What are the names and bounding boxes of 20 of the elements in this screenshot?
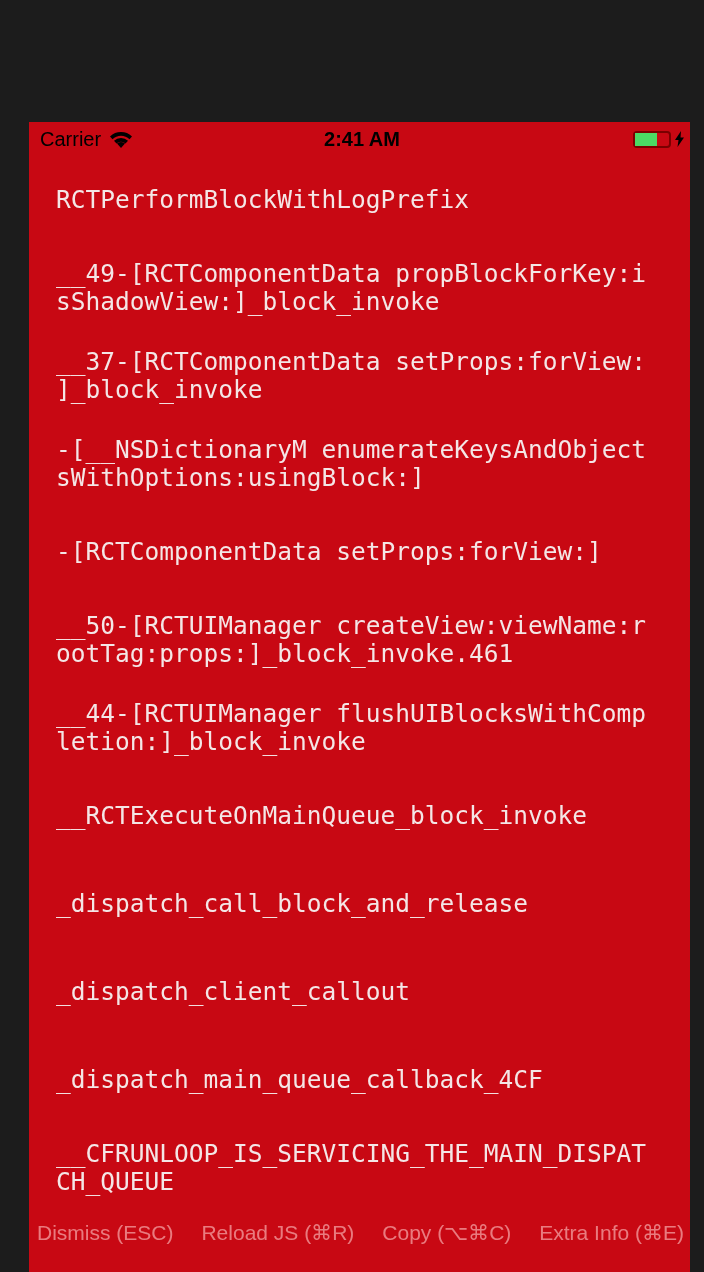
stack-frame: __RCTExecuteOnMainQueue_block_invoke — [56, 802, 656, 830]
stack-frame: __37-[RCTComponentData setProps:forView:]_block_invoke — [56, 348, 656, 404]
stack-frame: __44-[RCTUIManager flushUIBlocksWithCompletion:]_block_invoke — [56, 700, 656, 756]
action-button[interactable]: Copy (⌥⌘C) — [382, 1221, 512, 1245]
stack-frame: __CFRUNLOOP_IS_SERVICING_THE_MAIN_DISPATCH_QUEUE — [56, 1140, 656, 1196]
action-button[interactable]: Reload JS (⌘R) — [201, 1221, 355, 1245]
carrier-label: Carrier — [40, 127, 102, 151]
stack-frame: RCTPerformBlockWithLogPrefix — [56, 186, 656, 214]
wifi-icon — [109, 130, 134, 148]
stack-frame: _dispatch_call_block_and_release — [56, 890, 656, 918]
stack-frame: __49-[RCTComponentData propBlockForKey:isShadowView:]_block_invoke — [56, 260, 656, 316]
stack-frame: _dispatch_client_callout — [56, 978, 656, 1006]
action-button[interactable]: Dismiss (ESC) — [37, 1221, 174, 1245]
stack-frame: -[RCTComponentData setProps:forView:] — [56, 538, 656, 566]
battery-icon — [633, 130, 671, 148]
action-button[interactable]: Extra Info (⌘E) — [539, 1221, 684, 1245]
clock-time: 2:41 AM — [324, 127, 400, 151]
stack-frame: __50-[RCTUIManager createView:viewName:rootTag:props:]_block_invoke.461 — [56, 612, 656, 668]
stack-frame: -[__NSDictionaryM enumerateKeysAndObjectsWithOptions:usingBlock:] — [56, 436, 656, 492]
stack-frame: _dispatch_main_queue_callback_4CF — [56, 1066, 656, 1094]
